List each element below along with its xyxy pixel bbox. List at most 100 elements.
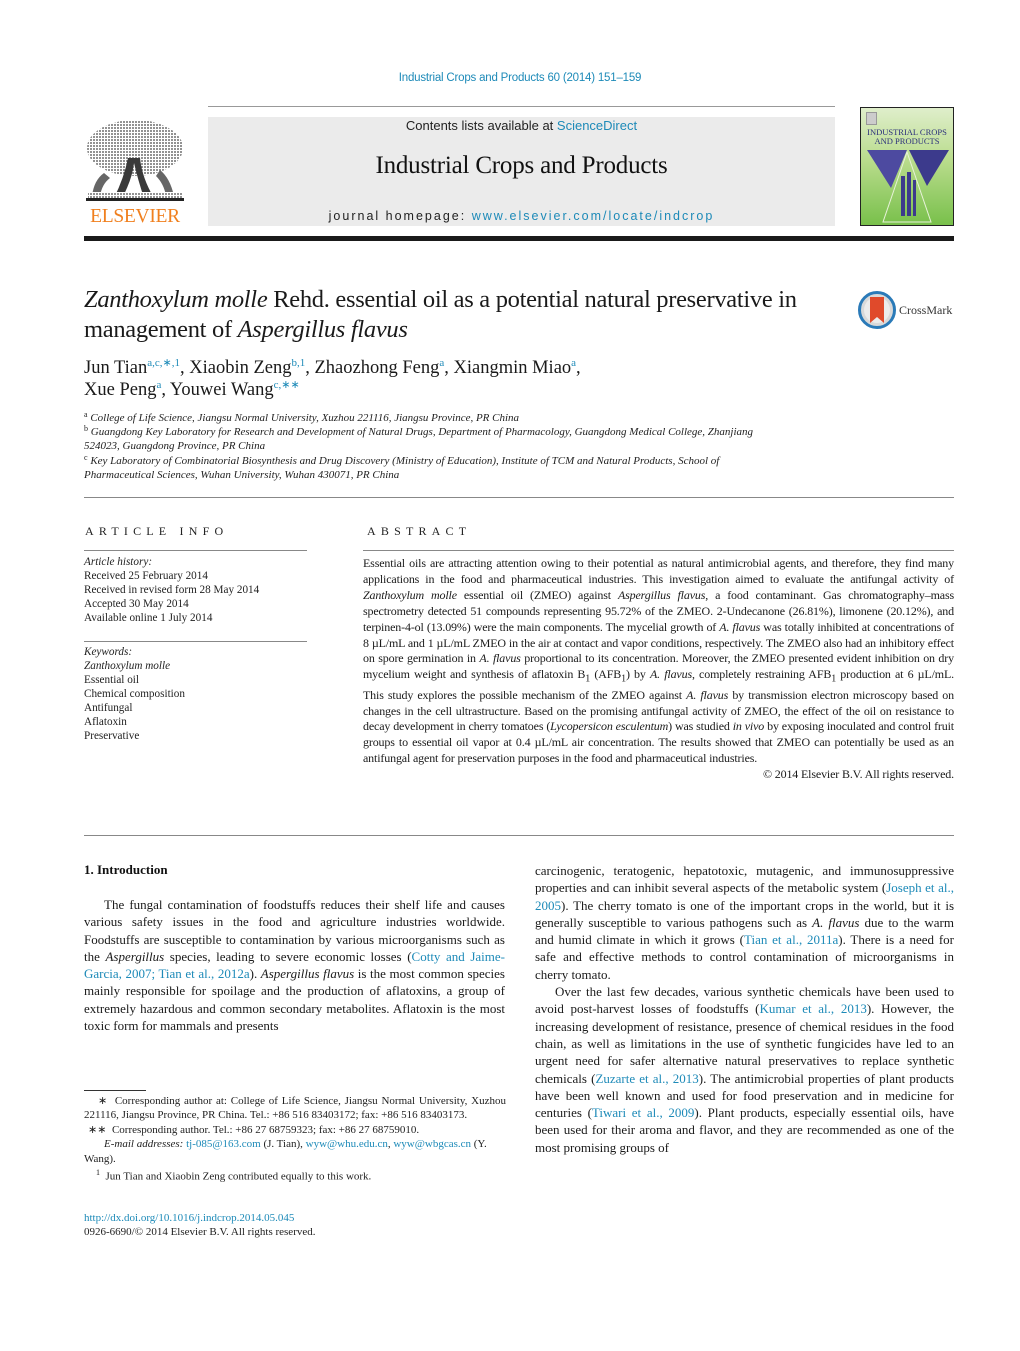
journal-cover-thumbnail[interactable]: INDUSTRIAL CROPS AND PRODUCTS bbox=[860, 107, 954, 226]
elsevier-tree-icon bbox=[86, 120, 184, 201]
author[interactable]: Xue Penga bbox=[84, 380, 161, 401]
intro-right-column: carcinogenic, teratogenic, hepatotoxic, … bbox=[535, 862, 954, 1156]
author-name: Xiangmin Miao bbox=[453, 358, 572, 378]
abstract-text: (AFB bbox=[590, 667, 622, 682]
footnote-emails: E-mail addresses: tj-085@163.com (J. Tia… bbox=[84, 1137, 506, 1166]
article-title: Zanthoxylum molle Rehd. essential oil as… bbox=[84, 285, 804, 345]
email-link[interactable]: wyw@wbgcas.cn bbox=[393, 1138, 471, 1150]
author[interactable]: Xiangmin Miaoa bbox=[453, 358, 576, 379]
affiliations: a College of Life Science, Jiangsu Norma… bbox=[84, 411, 784, 482]
history-online: Available online 1 July 2014 bbox=[84, 612, 213, 624]
abstract-body: Essential oils are attracting attention … bbox=[363, 556, 954, 783]
crossmark-badge[interactable]: CrossMark bbox=[858, 291, 958, 329]
author-separator: , bbox=[576, 358, 581, 378]
history-received: Received 25 February 2014 bbox=[84, 570, 208, 582]
body-text: ). bbox=[249, 966, 261, 982]
author[interactable]: Xiaobin Zengb,1 bbox=[189, 357, 305, 379]
intro-paragraph: Over the last few decades, various synth… bbox=[535, 983, 954, 1156]
abstract-text: essential oil (ZMEO) against bbox=[456, 587, 618, 602]
affiliation-text: College of Life Science, Jiangsu Normal … bbox=[90, 412, 520, 424]
author[interactable]: Jun Tiana,c,∗,1 bbox=[84, 357, 180, 379]
crossmark-icon bbox=[858, 291, 896, 329]
keywords: Keywords: Zanthoxylum molle Essential oi… bbox=[84, 645, 314, 743]
article-info-heading: ARTICLE INFO bbox=[85, 524, 229, 538]
header-thick-rule bbox=[84, 236, 954, 241]
citation-link[interactable]: Kumar et al., 2013 bbox=[759, 1001, 866, 1016]
footnotes: ∗ Corresponding author at: College of Li… bbox=[84, 1094, 506, 1184]
cover-title: INDUSTRIAL CROPS AND PRODUCTS bbox=[867, 127, 947, 146]
intro-left-column: The fungal contamination of foodstuffs r… bbox=[84, 896, 505, 1034]
author-affiliation-marks[interactable]: b,1 bbox=[291, 357, 305, 369]
homepage-link[interactable]: www.elsevier.com/locate/indcrop bbox=[472, 209, 715, 223]
author[interactable]: Zhaozhong Fenga bbox=[314, 358, 444, 379]
citation-link[interactable]: Zuzarte et al., 2013 bbox=[595, 1071, 698, 1086]
footnote-text: Corresponding author. Tel.: +86 27 68759… bbox=[111, 1123, 420, 1136]
footnote-text: Jun Tian and Xiaobin Zeng contributed eq… bbox=[105, 1170, 372, 1183]
email-link[interactable]: tj-085@163.com bbox=[186, 1138, 261, 1150]
affiliation-key: a bbox=[84, 410, 88, 419]
abstract-species: Lycopersicon esculentum bbox=[550, 719, 669, 734]
abstract-text: ) by bbox=[625, 667, 650, 682]
cover-artwork-icon bbox=[867, 150, 949, 223]
article-history: Article history: Received 25 February 20… bbox=[84, 555, 314, 625]
history-accepted: Accepted 30 May 2014 bbox=[84, 598, 189, 610]
article-info-rule bbox=[84, 550, 307, 551]
author-separator: , bbox=[161, 380, 170, 400]
author-name: Jun Tian bbox=[84, 358, 148, 378]
contents-prefix: Contents lists available at bbox=[405, 118, 557, 133]
keywords-rule bbox=[84, 641, 307, 642]
keywords-label: Keywords: bbox=[84, 646, 133, 658]
section-heading-introduction: 1. Introduction bbox=[84, 862, 168, 877]
footnote-text: Corresponding author at: College of Life… bbox=[84, 1095, 506, 1122]
doi-link[interactable]: http://dx.doi.org/10.1016/j.indcrop.2014… bbox=[84, 1212, 294, 1224]
author-list: Jun Tiana,c,∗,1, Xiaobin Zengb,1, Zhaozh… bbox=[84, 357, 784, 401]
author-name: Xue Peng bbox=[84, 380, 157, 400]
keyword-item: Zanthoxylum molle bbox=[84, 660, 171, 672]
abstract-species: A. flavus bbox=[686, 687, 729, 702]
elsevier-logo[interactable]: ELSEVIER bbox=[84, 116, 186, 228]
author[interactable]: Youwei Wangc,∗∗ bbox=[170, 379, 300, 401]
cover-publisher-mark bbox=[866, 112, 877, 125]
affiliation-item: b Guangdong Key Laboratory for Research … bbox=[84, 425, 754, 453]
keyword-item: Preservative bbox=[84, 730, 140, 742]
abstract-species: A. flavus bbox=[649, 667, 692, 682]
elsevier-wordmark: ELSEVIER bbox=[90, 206, 180, 227]
intro-paragraph: carcinogenic, teratogenic, hepatotoxic, … bbox=[535, 862, 954, 983]
journal-reference[interactable]: Industrial Crops and Products 60 (2014) … bbox=[0, 72, 1020, 84]
affiliation-item: a College of Life Science, Jiangsu Norma… bbox=[84, 411, 784, 425]
header-rule bbox=[208, 106, 835, 107]
author-affiliation-marks[interactable]: a,c,∗,1 bbox=[147, 357, 180, 369]
email-label: E-mail addresses: bbox=[104, 1138, 184, 1151]
affiliation-text: Key Laboratory of Combinatorial Biosynth… bbox=[84, 454, 720, 481]
footnote-mark: ∗ bbox=[98, 1095, 108, 1107]
abstract-species: Aspergillus flavus bbox=[617, 587, 706, 602]
abstract-text: ) was studied bbox=[668, 719, 733, 734]
sciencedirect-link[interactable]: ScienceDirect bbox=[557, 118, 637, 133]
crossmark-label: CrossMark bbox=[899, 303, 953, 317]
citation-link[interactable]: Tian et al., 2011a bbox=[744, 932, 838, 947]
abstract-copyright: © 2014 Elsevier B.V. All rights reserved… bbox=[762, 767, 954, 782]
homepage-prefix: journal homepage: bbox=[328, 209, 472, 223]
abstract-species: A. flavus bbox=[479, 651, 521, 666]
footnote-equal-contribution: 1 Jun Tian and Xiaobin Zeng contributed … bbox=[84, 1166, 506, 1184]
author-affiliation-marks[interactable]: c,∗∗ bbox=[274, 379, 300, 391]
affiliation-item: c Key Laboratory of Combinatorial Biosyn… bbox=[84, 453, 724, 482]
abstract-heading: ABSTRACT bbox=[367, 524, 472, 538]
body-text: species, leading to severe economic loss… bbox=[164, 948, 412, 964]
journal-homepage: journal homepage: www.elsevier.com/locat… bbox=[208, 209, 835, 223]
abstract-rule bbox=[363, 550, 954, 551]
title-organism: Aspergillus flavus bbox=[237, 316, 408, 343]
history-revised: Received in revised form 28 May 2014 bbox=[84, 584, 260, 596]
author-name: Xiaobin Zeng bbox=[189, 358, 292, 378]
species-name: Aspergillus flavus bbox=[260, 966, 355, 982]
email-link[interactable]: wyw@whu.edu.cn bbox=[306, 1138, 388, 1150]
abstract-species: Zanthoxylum molle bbox=[363, 587, 457, 602]
affiliation-text: Guangdong Key Laboratory for Research an… bbox=[84, 426, 754, 453]
abstract-species: A. flavus bbox=[719, 619, 761, 634]
citation-link[interactable]: Tiwari et al., 2009 bbox=[592, 1105, 694, 1120]
keyword-item: Antifungal bbox=[84, 702, 133, 714]
abstract-divider bbox=[84, 835, 954, 836]
species-name: A. flavus bbox=[812, 914, 860, 930]
journal-title: Industrial Crops and Products bbox=[375, 152, 668, 179]
affiliation-key: b bbox=[84, 424, 88, 434]
